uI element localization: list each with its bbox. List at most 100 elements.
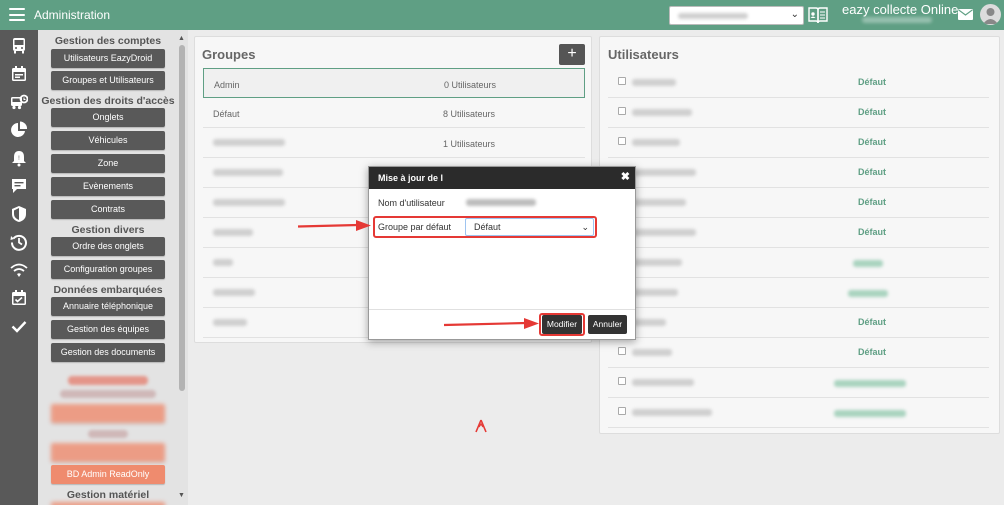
menu-button-phone-directory[interactable]: Annuaire téléphonique (51, 297, 165, 316)
menu-heading-access-rights: Gestion des droits d'accès (41, 95, 175, 107)
mail-icon[interactable] (958, 9, 973, 20)
group-name: Défaut (213, 109, 240, 119)
user-name-redacted (632, 109, 692, 116)
menu-subheading-support-2 (88, 430, 128, 438)
user-group: Défaut (858, 107, 887, 117)
add-group-button[interactable]: + (559, 44, 585, 65)
user-group: Défaut (858, 167, 887, 177)
user-row[interactable]: Défaut (608, 68, 989, 98)
menu-icon[interactable] (9, 8, 25, 21)
user-row[interactable] (608, 278, 989, 308)
calendar-check-icon[interactable] (10, 289, 28, 307)
group-user-count: 0 Utilisateurs (444, 80, 497, 90)
pie-chart-icon[interactable] (10, 121, 28, 139)
default-group-select[interactable]: Défaut ⌄ (465, 218, 594, 236)
menu-button-documents[interactable]: Gestion des documents (51, 343, 165, 362)
user-checkbox[interactable] (618, 347, 626, 355)
group-name-redacted (213, 319, 247, 326)
top-bar: Administration ⌄ eazy collecte Online (0, 0, 1004, 30)
account-subtitle (862, 17, 932, 23)
check-icon[interactable] (10, 317, 28, 335)
menu-button-eazydroid-users[interactable]: Utilisateurs EazyDroid (51, 49, 165, 68)
user-name-redacted (632, 169, 696, 176)
menu-button-teams[interactable]: Gestion des équipes (51, 320, 165, 339)
user-group: Défaut (858, 137, 887, 147)
user-row[interactable] (608, 248, 989, 278)
user-name-redacted (632, 139, 680, 146)
user-row[interactable] (608, 368, 989, 398)
group-row[interactable]: Défaut 8 Utilisateurs (203, 98, 585, 128)
user-row[interactable]: Défaut (608, 218, 989, 248)
group-user-count: 8 Utilisateurs (443, 109, 496, 119)
user-name-redacted (632, 289, 678, 296)
user-row[interactable] (608, 398, 989, 428)
user-checkbox[interactable] (618, 137, 626, 145)
menu-scrollbar-thumb[interactable] (179, 45, 185, 391)
menu-button-support-2[interactable] (51, 443, 165, 462)
menu-button-groups-users[interactable]: Groupes et Utilisateurs (51, 71, 165, 90)
chevron-down-icon: ⌄ (790, 9, 799, 20)
group-user-count: 1 Utilisateurs (443, 139, 496, 149)
user-row[interactable]: Défaut (608, 128, 989, 158)
directory-book-icon[interactable] (808, 6, 828, 24)
bus-icon[interactable] (10, 37, 28, 55)
vehicle-service-icon[interactable] (10, 93, 28, 111)
group-row[interactable]: 1 Utilisateurs (203, 128, 585, 158)
user-row[interactable]: Défaut (608, 158, 989, 188)
user-name-redacted (632, 409, 712, 416)
dialog-title: Mise à jour de l (378, 173, 444, 183)
menu-button-support-1[interactable] (51, 404, 165, 423)
user-row[interactable]: Défaut (608, 308, 989, 338)
menu-button-events[interactable]: Evènements (51, 177, 165, 196)
user-name-redacted (632, 259, 682, 266)
user-name-redacted (632, 349, 672, 356)
close-icon[interactable]: ✖ (621, 170, 630, 183)
group-name-redacted (213, 289, 255, 296)
admin-menu: Gestion des comptes Utilisateurs EazyDro… (38, 30, 188, 505)
user-row[interactable]: Défaut (608, 188, 989, 218)
menu-button-tab-order[interactable]: Ordre des onglets (51, 237, 165, 256)
user-checkbox[interactable] (618, 407, 626, 415)
menu-button-zone[interactable]: Zone (51, 154, 165, 173)
menu-button-contracts[interactable]: Contrats (51, 200, 165, 219)
user-group: Défaut (858, 197, 887, 207)
user-name-redacted (632, 379, 694, 386)
site-select[interactable]: ⌄ (669, 6, 804, 25)
username-value-redacted (466, 199, 536, 206)
menu-button-tabs[interactable]: Onglets (51, 108, 165, 127)
user-checkbox[interactable] (618, 377, 626, 385)
default-group-value: Défaut (474, 222, 501, 232)
user-checkbox[interactable] (618, 77, 626, 85)
page-title: Administration (34, 8, 111, 22)
chat-icon[interactable] (10, 177, 28, 195)
user-group-redacted (853, 260, 883, 267)
update-user-dialog: Mise à jour de l ✖ Nom d'utilisateur Gro… (368, 166, 636, 340)
dialog-header: Mise à jour de l ✖ (369, 167, 635, 189)
group-name: Admin (214, 80, 240, 90)
user-group: Défaut (858, 317, 887, 327)
calendar-icon[interactable] (10, 65, 28, 83)
menu-button-group-config[interactable]: Configuration groupes (51, 260, 165, 279)
app-name: eazy collecte Online (842, 2, 959, 17)
user-name-redacted (632, 79, 676, 86)
group-name-redacted (213, 229, 253, 236)
history-icon[interactable] (10, 233, 28, 251)
user-avatar-icon[interactable] (980, 4, 1001, 25)
shield-icon[interactable] (10, 205, 28, 223)
menu-button-bd-admin[interactable]: BD Admin ReadOnly (51, 465, 165, 484)
group-row[interactable]: Admin 0 Utilisateurs (203, 68, 585, 98)
wifi-hand-icon[interactable] (10, 261, 28, 279)
scroll-down-icon[interactable]: ▼ (178, 492, 185, 499)
user-row[interactable]: Défaut (608, 338, 989, 368)
default-group-label: Groupe par défaut (378, 222, 452, 232)
cancel-button[interactable]: Annuler (588, 315, 627, 334)
menu-button-vehicles[interactable]: Véhicules (51, 131, 165, 150)
modify-button[interactable]: Modifier (542, 315, 582, 334)
alarm-bell-icon[interactable]: ! (10, 149, 28, 167)
user-group: Défaut (858, 77, 887, 87)
user-row[interactable]: Défaut (608, 98, 989, 128)
user-name-redacted (632, 229, 696, 236)
user-checkbox[interactable] (618, 107, 626, 115)
user-name-redacted (632, 199, 686, 206)
scroll-up-icon[interactable]: ▲ (178, 35, 185, 42)
